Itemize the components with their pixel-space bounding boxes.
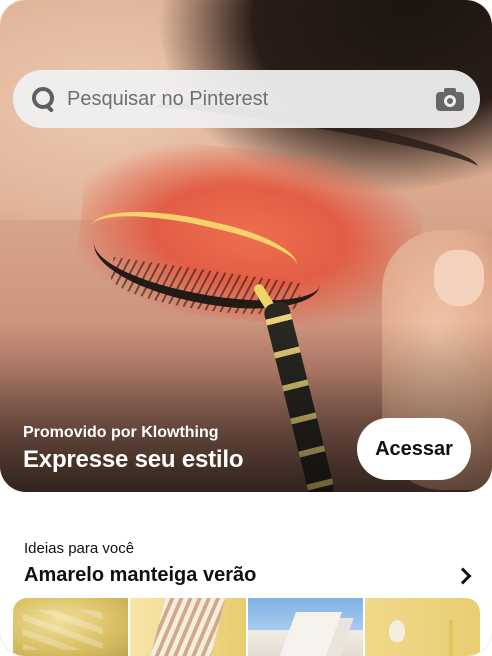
pin-card: Promovido por Klowthing Expresse seu est… (0, 0, 492, 656)
ideas-kicker: Ideias para você (24, 540, 135, 557)
ideas-title[interactable]: Amarelo manteiga verão (24, 564, 256, 587)
hero-thumb (434, 250, 484, 306)
ideas-thumbnail-strip (13, 598, 480, 656)
search-icon (31, 86, 57, 112)
yellow-fabric-thumbnail[interactable] (13, 598, 129, 656)
camera-icon[interactable] (436, 87, 464, 111)
chevron-right-icon[interactable] (456, 568, 472, 584)
sky-building-thumbnail[interactable] (247, 598, 363, 656)
search-bar[interactable] (13, 70, 480, 128)
search-input[interactable] (67, 87, 436, 111)
striped-shirt-thumbnail[interactable] (130, 598, 246, 656)
promoted-by-label: Promovido por Klowthing (23, 424, 219, 441)
camera-lens (444, 95, 456, 107)
access-button[interactable]: Acessar (357, 418, 471, 480)
promo-title: Expresse seu estilo (23, 446, 244, 473)
candle-flower-thumbnail[interactable] (364, 598, 480, 656)
